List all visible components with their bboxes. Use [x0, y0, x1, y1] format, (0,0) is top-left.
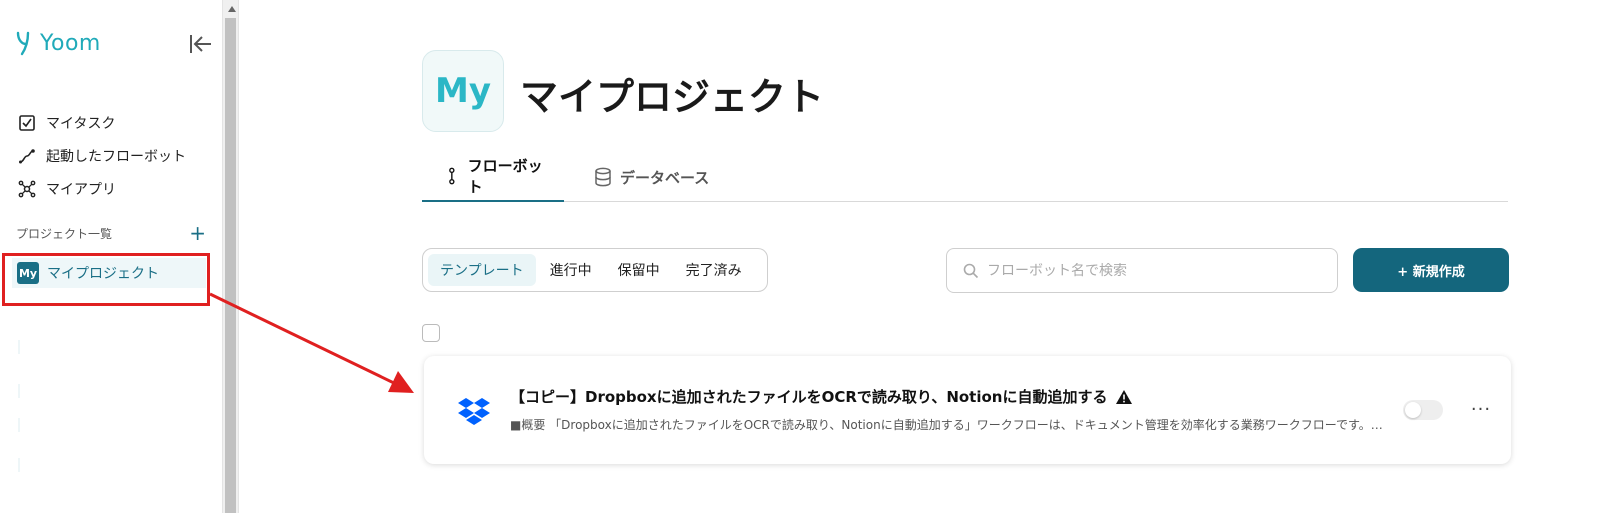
- flow-run-icon: [19, 148, 35, 163]
- flowbot-title[interactable]: 【コピー】Dropboxに追加されたファイルをOCRで読み取り、Notionに自…: [510, 386, 1133, 407]
- search-icon: [963, 263, 979, 278]
- yoom-logo[interactable]: Yoom: [14, 30, 101, 56]
- collapse-sidebar-icon[interactable]: [188, 32, 214, 56]
- sidebar-item-label: マイアプリ: [46, 181, 116, 198]
- flowbot-search: [946, 248, 1338, 293]
- sidebar: Yoom マイタスク 起動したフローボット マイアプリ プロジェクト一覧 + M…: [0, 0, 224, 513]
- project-list-header: プロジェクト一覧 +: [16, 223, 206, 243]
- tab-label: フローボット: [467, 157, 543, 196]
- scroll-up-arrow-icon[interactable]: [223, 0, 240, 18]
- placeholder-line: [18, 418, 20, 432]
- sidebar-item-label: 起動したフローボット: [46, 148, 186, 165]
- annotation-highlight-box: [2, 253, 210, 306]
- scrollbar-thumb[interactable]: [225, 18, 236, 513]
- placeholder-line: [18, 384, 20, 398]
- flowbot-title-text: 【コピー】Dropboxに追加されたファイルをOCRで読み取り、Notionに自…: [510, 388, 1108, 406]
- checkbox-icon: [19, 114, 35, 131]
- database-icon: [595, 167, 611, 187]
- warning-icon: [1116, 389, 1133, 404]
- project-avatar: My: [422, 50, 504, 132]
- select-all-checkbox[interactable]: [422, 324, 440, 342]
- sidebar-item-my-tasks[interactable]: マイタスク: [18, 106, 186, 139]
- sidebar-item-label: マイタスク: [46, 115, 116, 132]
- flowbot-description: ■概要 「Dropboxに追加されたファイルをOCRで読み取り、Notionに自…: [510, 418, 1383, 432]
- dropbox-icon: [458, 398, 490, 425]
- apps-network-icon: [18, 180, 36, 197]
- filter-on-hold[interactable]: 保留中: [606, 254, 672, 286]
- status-filter-group: テンプレート 進行中 保留中 完了済み: [422, 248, 768, 292]
- sidebar-nav: マイタスク 起動したフローボット マイアプリ: [18, 106, 186, 205]
- tab-database[interactable]: データベース: [572, 152, 727, 202]
- tab-flowbot[interactable]: フローボット: [422, 152, 564, 202]
- yoom-logo-icon: [16, 31, 30, 56]
- tab-bar: フローボット データベース: [422, 152, 1508, 202]
- page-title: マイプロジェクト: [520, 75, 825, 119]
- new-flowbot-button[interactable]: + 新規作成: [1353, 248, 1509, 292]
- sidebar-item-launched-flowbots[interactable]: 起動したフローボット: [18, 139, 186, 172]
- add-project-button[interactable]: +: [189, 223, 206, 243]
- toggle-knob: [1405, 402, 1421, 418]
- filter-completed[interactable]: 完了済み: [674, 254, 754, 286]
- flowbot-icon: [449, 167, 455, 185]
- flowbot-enable-toggle[interactable]: [1403, 400, 1443, 420]
- more-options-icon[interactable]: ···: [1468, 396, 1494, 422]
- brand-name: Yoom: [40, 30, 101, 56]
- flowbot-card[interactable]: 【コピー】Dropboxに追加されたファイルをOCRで読み取り、Notionに自…: [424, 356, 1511, 464]
- search-input[interactable]: [987, 262, 1327, 279]
- project-list-label: プロジェクト一覧: [16, 226, 113, 241]
- placeholder-line: [18, 458, 20, 472]
- placeholder-line: [18, 340, 20, 354]
- filter-template[interactable]: テンプレート: [428, 254, 536, 286]
- tab-label: データベース: [620, 168, 710, 187]
- filter-in-progress[interactable]: 進行中: [538, 254, 604, 286]
- sidebar-item-my-apps[interactable]: マイアプリ: [18, 172, 186, 205]
- app-window: Yoom マイタスク 起動したフローボット マイアプリ プロジェクト一覧 + M…: [0, 0, 1600, 513]
- sidebar-scrollbar[interactable]: [222, 0, 239, 513]
